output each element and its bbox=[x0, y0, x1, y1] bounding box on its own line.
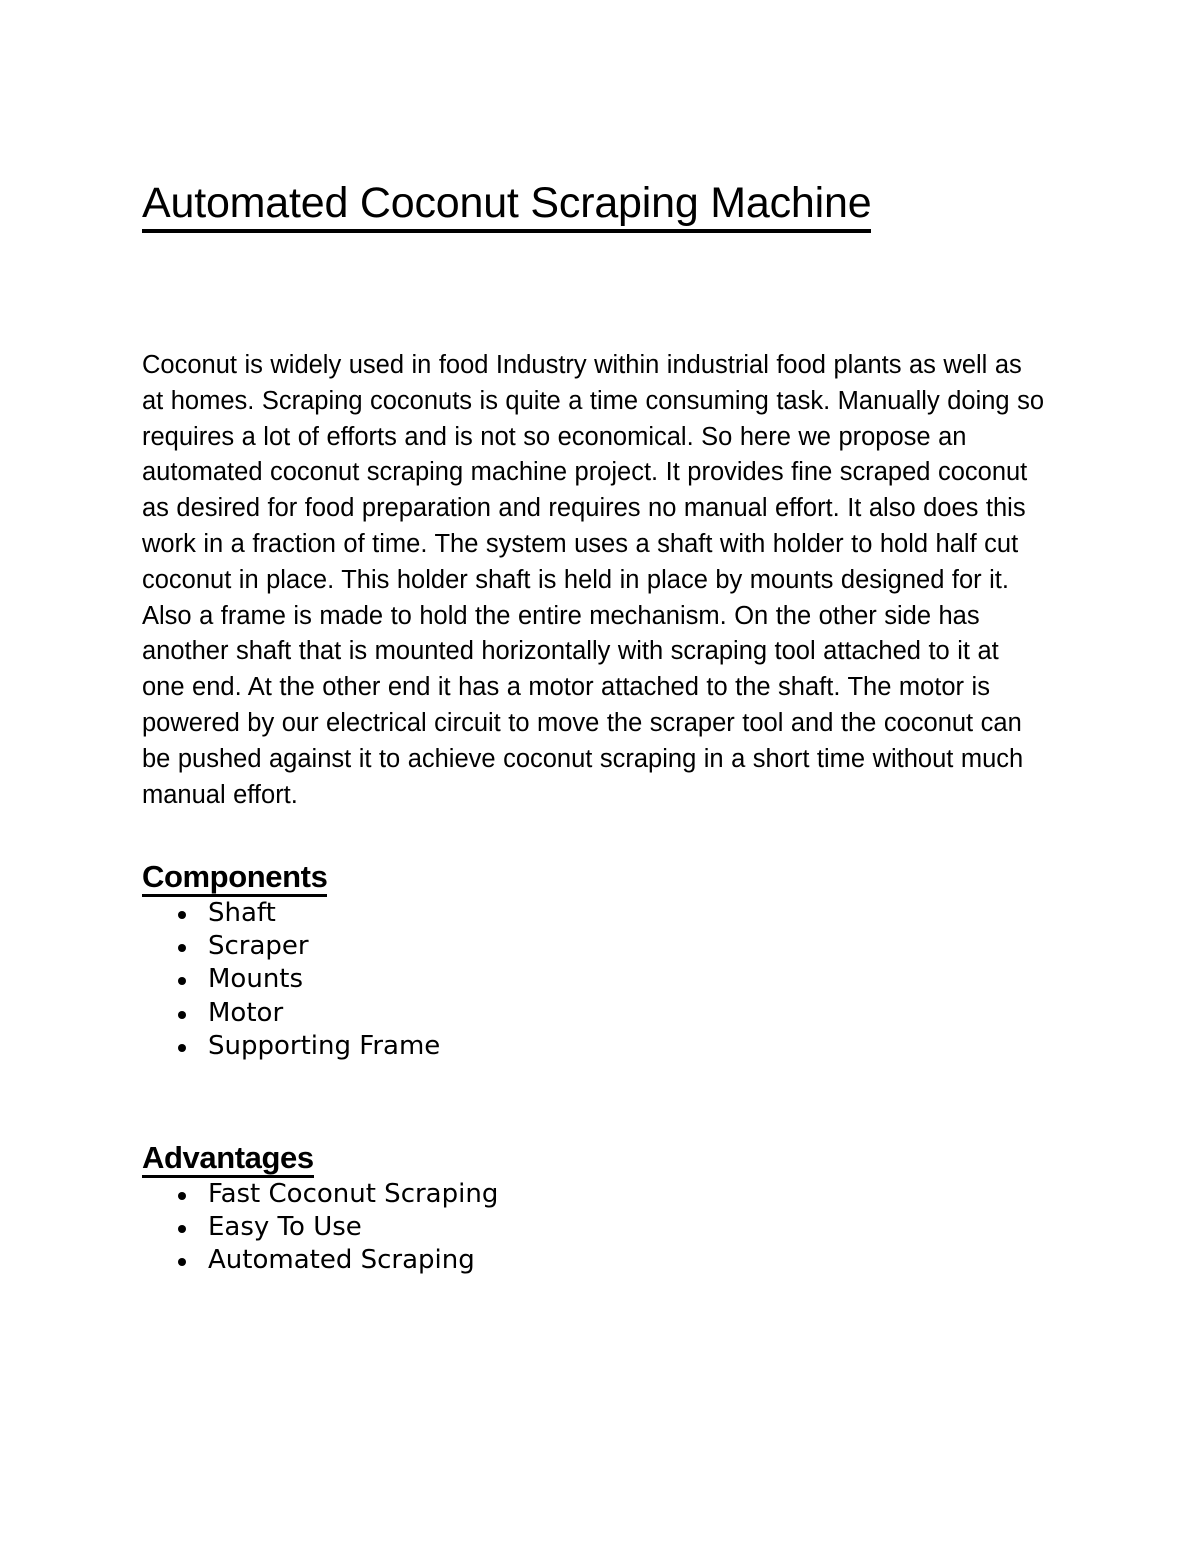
advantages-list: Fast Coconut Scraping Easy To Use Automa… bbox=[142, 1178, 498, 1278]
list-item-label: Supporting Frame bbox=[208, 1030, 441, 1061]
bullet-dot-icon bbox=[178, 897, 187, 930]
list-item-label: Scraper bbox=[208, 931, 309, 962]
list-item-label: Fast Coconut Scraping bbox=[208, 1179, 499, 1209]
section-heading-advantages: Advantages bbox=[142, 1141, 314, 1178]
section-heading-advantages-text: Advantages bbox=[142, 1141, 314, 1178]
bullet-dot-icon bbox=[178, 997, 187, 1030]
list-item: Easy To Use bbox=[142, 1211, 498, 1244]
list-item-label: Motor bbox=[208, 997, 284, 1028]
bullet-dot-icon bbox=[178, 1030, 187, 1063]
bullet-dot-icon bbox=[178, 1178, 187, 1211]
list-item-label: Mounts bbox=[208, 964, 304, 995]
section-heading-components-text: Components bbox=[142, 860, 328, 897]
list-item: Shaft bbox=[142, 897, 440, 930]
page-title-text: Automated Coconut Scraping Machine bbox=[142, 178, 872, 233]
list-item: Motor bbox=[142, 997, 440, 1030]
bullet-dot-icon bbox=[178, 963, 187, 996]
list-item: Fast Coconut Scraping bbox=[142, 1178, 498, 1211]
list-item: Scraper bbox=[142, 930, 440, 963]
list-item-label: Shaft bbox=[208, 898, 276, 928]
list-item: Mounts bbox=[142, 963, 440, 996]
intro-paragraph: Coconut is widely used in food Industry … bbox=[142, 351, 1045, 809]
section-heading-components: Components bbox=[142, 860, 328, 897]
page-title: Automated Coconut Scraping Machine bbox=[142, 178, 872, 233]
bullet-dot-icon bbox=[178, 1211, 187, 1244]
components-list: Shaft Scraper Mounts Motor Supporting Fr… bbox=[142, 897, 440, 1063]
document-page: Automated Coconut Scraping Machine Cocon… bbox=[0, 0, 1200, 1553]
bullet-dot-icon bbox=[178, 930, 187, 963]
bullet-dot-icon bbox=[178, 1244, 187, 1277]
list-item-label: Easy To Use bbox=[208, 1212, 362, 1243]
list-item: Automated Scraping bbox=[142, 1244, 498, 1277]
list-item-label: Automated Scraping bbox=[208, 1245, 475, 1276]
list-item: Supporting Frame bbox=[142, 1030, 440, 1063]
